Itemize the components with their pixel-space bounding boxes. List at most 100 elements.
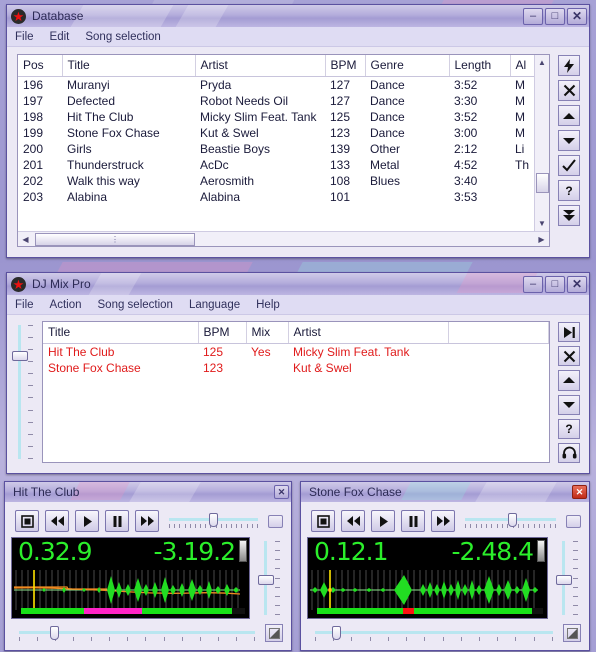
gain-slider-knob[interactable] <box>556 575 572 585</box>
waveform-display-left[interactable]: 0.32.9 -3.19.2 <box>11 537 250 619</box>
col-bpm[interactable]: BPM <box>198 322 247 344</box>
djmixpro-titlebar[interactable]: ★ DJ Mix Pro – □ ✕ <box>7 273 589 295</box>
table-row[interactable]: 202 Walk this way Aerosmith 108 Blues 3:… <box>18 173 540 189</box>
pause-button[interactable] <box>401 510 425 532</box>
volume-slider-knob[interactable] <box>12 351 28 361</box>
scroll-left-arrow-icon[interactable]: ◀ <box>18 232 33 247</box>
confirm-button[interactable] <box>558 155 580 176</box>
pitch-slider[interactable] <box>465 510 556 532</box>
position-slider[interactable] <box>19 623 255 643</box>
database-horizontal-scrollbar[interactable]: ◀ ⋮ ▶ <box>18 231 549 246</box>
hscroll-track[interactable]: ⋮ <box>33 232 534 246</box>
pitch-reset-button[interactable] <box>566 514 581 528</box>
database-window[interactable]: ★ Database – □ ✕ File Edit Song selectio… <box>6 4 590 258</box>
gain-slider[interactable] <box>255 537 285 619</box>
mixlist-table[interactable]: Title BPM Mix Artist Hit The Club 125 Ye… <box>42 321 550 463</box>
maximize-button[interactable]: □ <box>545 275 565 293</box>
play-next-button[interactable] <box>558 322 580 343</box>
fast-forward-button[interactable] <box>431 510 455 532</box>
menu-edit[interactable]: Edit <box>50 31 70 43</box>
expand-button[interactable] <box>563 624 581 642</box>
djmixpro-window[interactable]: ★ DJ Mix Pro – □ ✕ File Action Song sele… <box>6 272 590 474</box>
stop-button[interactable] <box>311 510 335 532</box>
col-pos[interactable]: Pos <box>18 55 63 77</box>
help-button[interactable]: ? <box>558 418 580 439</box>
horizontal-scroll-thumb[interactable]: ⋮ <box>35 232 195 246</box>
table-row[interactable]: 200 Girls Beastie Boys 139 Other 2:12 Li <box>18 141 540 157</box>
menu-action[interactable]: Action <box>50 299 82 311</box>
pause-button[interactable] <box>105 510 129 532</box>
close-button[interactable]: ✕ <box>274 485 289 499</box>
scroll-down-arrow-icon[interactable]: ▼ <box>534 216 549 231</box>
col-artist[interactable]: Artist <box>288 322 449 344</box>
position-progress-bar[interactable] <box>21 608 245 614</box>
stop-button[interactable] <box>15 510 39 532</box>
table-row[interactable]: 197 Defected Robot Needs Oil 127 Dance 3… <box>18 93 540 109</box>
list-item[interactable]: Stone Fox Chase 123 Kut & Swel <box>43 360 549 376</box>
add-to-mix-button[interactable] <box>558 205 580 226</box>
position-slider-knob[interactable] <box>331 626 341 640</box>
col-length[interactable]: Length <box>449 55 511 77</box>
menu-language[interactable]: Language <box>189 299 240 311</box>
expand-button[interactable] <box>265 624 283 642</box>
col-bpm[interactable]: BPM <box>325 55 366 77</box>
pitch-slider-knob[interactable] <box>507 513 517 527</box>
database-titlebar[interactable]: ★ Database – □ ✕ <box>7 5 589 27</box>
menu-file[interactable]: File <box>15 31 34 43</box>
pitch-reset-button[interactable] <box>268 514 283 528</box>
table-row[interactable]: 201 Thunderstruck AcDc 133 Metal 4:52 Th <box>18 157 540 173</box>
move-up-button[interactable] <box>558 370 580 391</box>
rewind-button[interactable] <box>45 510 69 532</box>
auto-bpm-button[interactable] <box>558 55 580 76</box>
close-button[interactable]: ✕ <box>567 7 587 25</box>
remove-button[interactable] <box>558 346 580 367</box>
gain-slider[interactable] <box>553 537 583 619</box>
rewind-button[interactable] <box>341 510 365 532</box>
minimize-button[interactable]: – <box>523 275 543 293</box>
play-button[interactable] <box>371 510 395 532</box>
master-volume-slider[interactable] <box>11 321 37 463</box>
database-vertical-scrollbar[interactable]: ▲ ▼ <box>534 55 549 231</box>
player-window-left[interactable]: Hit The Club ✕ 0.32.9 -3.19.2 <box>4 481 292 651</box>
col-mix[interactable]: Mix <box>246 322 289 344</box>
pitch-slider[interactable] <box>169 510 258 532</box>
menu-song-selection[interactable]: Song selection <box>98 299 173 311</box>
maximize-button[interactable]: □ <box>545 7 565 25</box>
pitch-slider-knob[interactable] <box>209 513 219 527</box>
menu-help[interactable]: Help <box>256 299 280 311</box>
scroll-right-arrow-icon[interactable]: ▶ <box>534 232 549 247</box>
waveform-display-right[interactable]: 0.12.1 -2.48.4 <box>307 537 548 619</box>
position-progress-bar[interactable] <box>317 608 543 614</box>
database-table[interactable]: Pos Title Artist BPM Genre Length Al 196 <box>17 54 550 247</box>
col-title[interactable]: Title <box>62 55 196 77</box>
move-up-button[interactable] <box>558 105 580 126</box>
scroll-up-arrow-icon[interactable]: ▲ <box>534 55 549 70</box>
help-button[interactable]: ? <box>558 180 580 201</box>
col-extra[interactable] <box>448 322 549 344</box>
move-down-button[interactable] <box>558 130 580 151</box>
list-item[interactable]: Hit The Club 125 Yes Micky Slim Feat. Ta… <box>43 343 549 360</box>
col-genre[interactable]: Genre <box>365 55 450 77</box>
position-slider-knob[interactable] <box>49 626 59 640</box>
move-down-button[interactable] <box>558 394 580 415</box>
player-window-right[interactable]: Stone Fox Chase ✕ 0.12.1 -2.48.4 <box>300 481 590 651</box>
table-row[interactable]: 199 Stone Fox Chase Kut & Swel 123 Dance… <box>18 125 540 141</box>
gain-slider-knob[interactable] <box>258 575 274 585</box>
monitor-button[interactable] <box>558 442 580 464</box>
col-artist[interactable]: Artist <box>195 55 326 77</box>
menu-song-selection[interactable]: Song selection <box>85 31 160 43</box>
col-title[interactable]: Title <box>43 322 199 344</box>
close-button[interactable]: ✕ <box>572 485 587 499</box>
remove-button[interactable] <box>558 80 580 101</box>
table-row[interactable]: 203 Alabina Alabina 101 3:53 <box>18 189 540 205</box>
vertical-scroll-thumb[interactable] <box>536 173 549 193</box>
player-right-titlebar[interactable]: Stone Fox Chase ✕ <box>301 482 589 502</box>
fast-forward-button[interactable] <box>135 510 159 532</box>
close-button[interactable]: ✕ <box>567 275 587 293</box>
menu-file[interactable]: File <box>15 299 34 311</box>
table-row[interactable]: 198 Hit The Club Micky Slim Feat. Tank 1… <box>18 109 540 125</box>
player-left-titlebar[interactable]: Hit The Club ✕ <box>5 482 291 502</box>
minimize-button[interactable]: – <box>523 7 543 25</box>
play-button[interactable] <box>75 510 99 532</box>
table-row[interactable]: 196 Muranyi Pryda 127 Dance 3:52 M <box>18 76 540 93</box>
